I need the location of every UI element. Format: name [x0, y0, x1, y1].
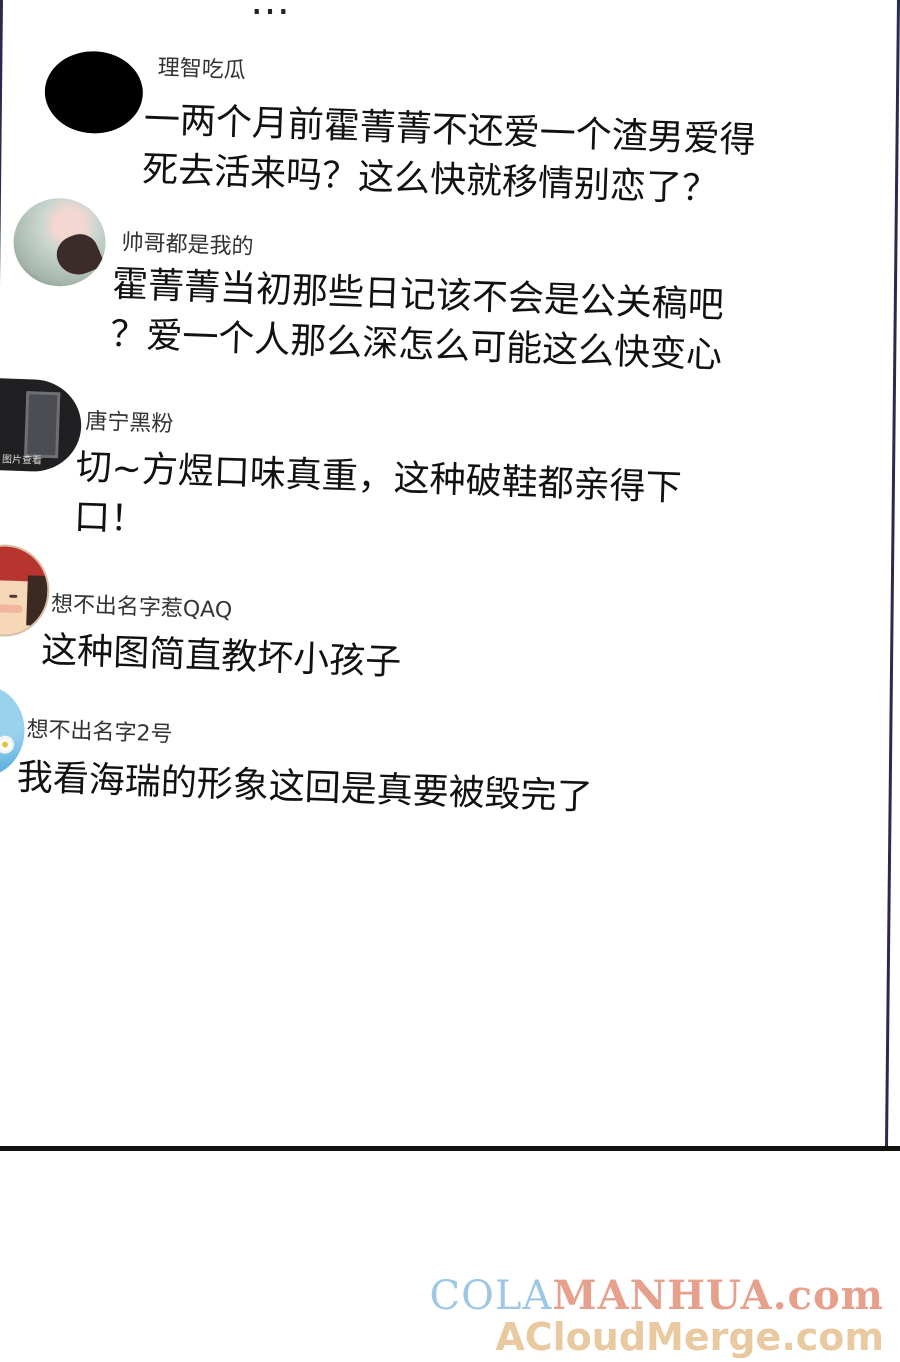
avatar-cheek — [0, 603, 23, 614]
watermark-cola: COLA — [429, 1273, 553, 1319]
watermark-line-1: COLAMANHUA.com — [430, 1272, 885, 1319]
avatar-hair — [51, 228, 106, 282]
avatar — [43, 49, 145, 136]
watermark-line-2: ACloudMerge.com — [495, 1315, 884, 1359]
comment-text: 切~方煜口味真重，这种破鞋都亲得下 口！ — [73, 446, 683, 541]
avatar — [0, 542, 51, 639]
avatar-caption: 图片查看 — [1, 454, 43, 467]
avatar-eye — [9, 594, 18, 598]
comment-text: 一两个月前霍菁菁不还爱一个渣男爱得 死去活来吗？这么快就移情别恋了？ — [141, 99, 757, 211]
avatar-screen — [24, 391, 61, 459]
comment-text: 我看海瑞的形象这回是真要被毁完了 — [16, 757, 594, 819]
avatar-hair — [26, 575, 48, 626]
watermark: COLAMANHUA.com ACloudMerge.com — [430, 1272, 885, 1359]
watermark-manhua: MANHUA.com — [552, 1272, 884, 1319]
panel-divider — [0, 1146, 900, 1151]
comment-username: 想不出名字2号 — [26, 717, 173, 748]
comment-text: 这种图简直教坏小孩子 — [40, 629, 402, 684]
comment-username: 帅哥都是我的 — [121, 230, 254, 260]
comment-username: 想不出名字惹QAQ — [50, 592, 233, 624]
comment-username: 唐宁黑粉 — [84, 409, 174, 438]
avatar — [12, 196, 108, 288]
comment-text: 霍菁菁当初那些日记该不会是公关稿吧 ？爱一个人那么深怎么可能这么快变心 — [109, 264, 725, 377]
comment-username: 理智吃瓜 — [157, 55, 247, 84]
flower-icon — [0, 738, 12, 751]
avatar: 图片查看 — [0, 377, 83, 474]
comic-panel: … 理智吃瓜 一两个月前霍菁菁不还爱一个渣男爱得 死去活来吗？这么快就移情别恋了… — [0, 0, 900, 1150]
comment-list: 理智吃瓜 一两个月前霍菁菁不还爱一个渣男爱得 死去活来吗？这么快就移情别恋了？ … — [0, 0, 899, 1150]
